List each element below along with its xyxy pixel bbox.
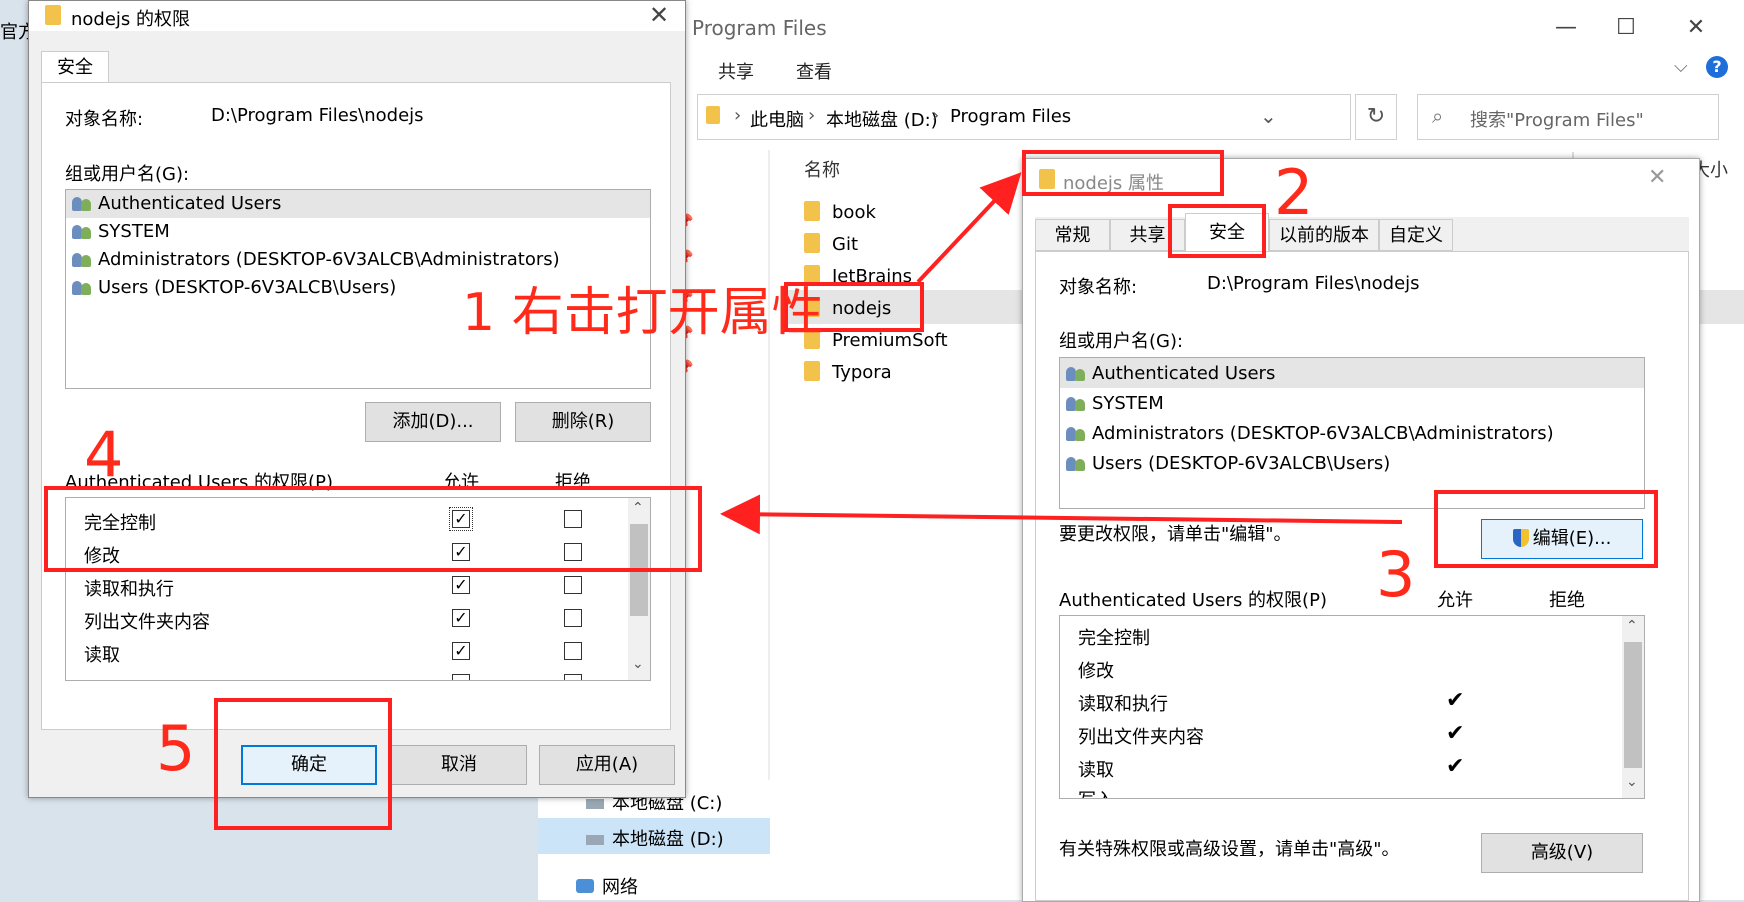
annotation-arrow-1 (916, 172, 1022, 284)
annotation-arrow-2 (720, 494, 1403, 535)
annotation-arrows (720, 172, 1403, 535)
